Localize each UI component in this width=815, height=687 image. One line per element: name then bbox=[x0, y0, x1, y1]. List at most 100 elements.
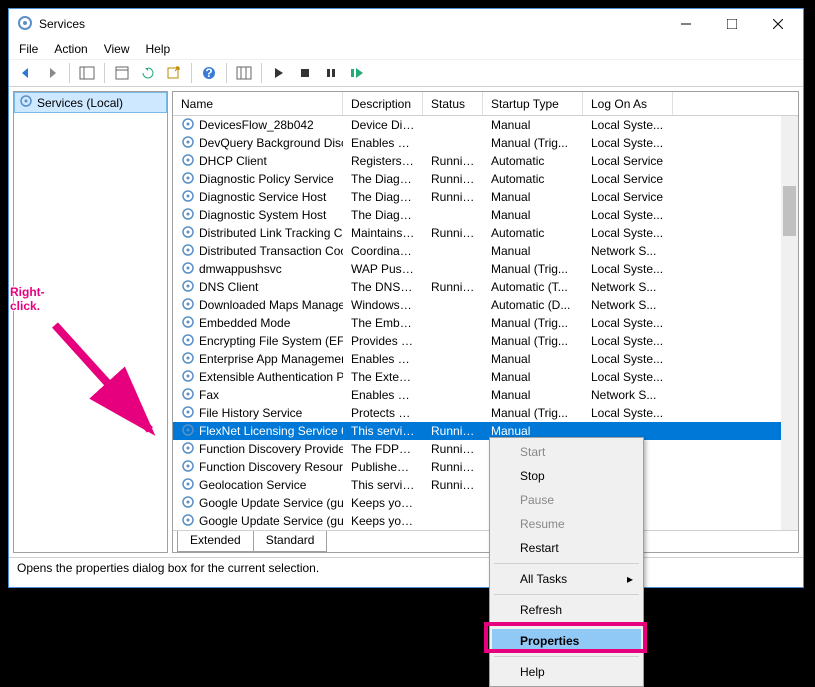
service-startup: Manual (Trig... bbox=[483, 406, 583, 420]
service-row[interactable]: FlexNet Licensing Service 64This service… bbox=[173, 422, 798, 440]
service-row[interactable]: Distributed Link Tracking Cl...Maintains… bbox=[173, 224, 798, 242]
menu-view[interactable]: View bbox=[104, 42, 130, 56]
ctx-resume[interactable]: Resume bbox=[492, 512, 641, 536]
services-tree-icon bbox=[19, 94, 33, 111]
stop-service-button[interactable] bbox=[294, 62, 316, 84]
service-row[interactable]: Encrypting File System (EFS)Provides th.… bbox=[173, 332, 798, 350]
col-startup[interactable]: Startup Type bbox=[483, 92, 583, 115]
refresh-button[interactable] bbox=[137, 62, 159, 84]
close-button[interactable] bbox=[755, 9, 801, 39]
service-row[interactable]: dmwappushsvcWAP Push ...Manual (Trig...L… bbox=[173, 260, 798, 278]
menu-file[interactable]: File bbox=[19, 42, 38, 56]
service-desc: Keeps your ... bbox=[343, 514, 423, 528]
forward-button[interactable] bbox=[41, 62, 63, 84]
service-row[interactable]: DevicesFlow_28b042Device Disc...ManualLo… bbox=[173, 116, 798, 134]
service-row[interactable]: FaxEnables you...ManualNetwork S... bbox=[173, 386, 798, 404]
service-icon bbox=[181, 477, 195, 494]
service-row[interactable]: Diagnostic Service HostThe Diagno...Runn… bbox=[173, 188, 798, 206]
service-icon bbox=[181, 369, 195, 386]
service-row[interactable]: Diagnostic System HostThe Diagno...Manua… bbox=[173, 206, 798, 224]
ctx-refresh[interactable]: Refresh bbox=[492, 598, 641, 622]
show-hide-tree-button[interactable] bbox=[76, 62, 98, 84]
col-description[interactable]: Description bbox=[343, 92, 423, 115]
ctx-restart[interactable]: Restart bbox=[492, 536, 641, 560]
ctx-stop[interactable]: Stop bbox=[492, 464, 641, 488]
ctx-separator bbox=[494, 563, 639, 564]
col-logon[interactable]: Log On As bbox=[583, 92, 673, 115]
col-name[interactable]: Name bbox=[173, 92, 343, 115]
service-startup: Automatic bbox=[483, 154, 583, 168]
help-button[interactable]: ? bbox=[198, 62, 220, 84]
service-row[interactable]: DHCP ClientRegisters an...RunningAutomat… bbox=[173, 152, 798, 170]
ctx-start[interactable]: Start bbox=[492, 440, 641, 464]
service-row[interactable]: Geolocation ServiceThis service ...Runni… bbox=[173, 476, 798, 494]
menu-help[interactable]: Help bbox=[146, 42, 171, 56]
service-name: Diagnostic Policy Service bbox=[199, 172, 334, 186]
columns-button[interactable] bbox=[233, 62, 255, 84]
menu-action[interactable]: Action bbox=[54, 42, 87, 56]
service-row[interactable]: File History ServiceProtects use...Manua… bbox=[173, 404, 798, 422]
toolbar: ? bbox=[9, 59, 803, 87]
service-row[interactable]: Diagnostic Policy ServiceThe Diagno...Ru… bbox=[173, 170, 798, 188]
maximize-button[interactable] bbox=[709, 9, 755, 39]
ctx-help[interactable]: Help bbox=[492, 660, 641, 684]
service-logon: Network S... bbox=[583, 298, 673, 312]
service-desc: This service ... bbox=[343, 478, 423, 492]
back-button[interactable] bbox=[15, 62, 37, 84]
services-list: Name Description Status Startup Type Log… bbox=[172, 91, 799, 553]
service-status: Running bbox=[423, 172, 483, 186]
service-icon bbox=[181, 441, 195, 458]
service-row[interactable]: Function Discovery Resourc...Publishes t… bbox=[173, 458, 798, 476]
service-icon bbox=[181, 135, 195, 152]
tab-standard[interactable]: Standard bbox=[253, 531, 328, 552]
service-name: DHCP Client bbox=[199, 154, 267, 168]
service-row[interactable]: DevQuery Background Disc...Enables app..… bbox=[173, 134, 798, 152]
service-row[interactable]: Google Update Service (gup...Keeps your … bbox=[173, 512, 798, 530]
service-icon bbox=[181, 387, 195, 404]
service-startup: Automatic bbox=[483, 226, 583, 240]
properties-button[interactable] bbox=[111, 62, 133, 84]
service-row[interactable]: Enterprise App Managemen...Enables ent..… bbox=[173, 350, 798, 368]
service-icon bbox=[181, 153, 195, 170]
ctx-properties[interactable]: Properties bbox=[492, 629, 641, 653]
titlebar[interactable]: Services bbox=[9, 9, 803, 39]
service-name: Fax bbox=[199, 388, 219, 402]
tab-extended[interactable]: Extended bbox=[177, 531, 254, 552]
service-name: File History Service bbox=[199, 406, 302, 420]
service-status: Running bbox=[423, 442, 483, 456]
annotation-text: Right- click. bbox=[10, 285, 45, 313]
restart-service-button[interactable] bbox=[346, 62, 368, 84]
service-desc: The DNS Cli... bbox=[343, 280, 423, 294]
start-service-button[interactable] bbox=[268, 62, 290, 84]
service-logon: Local Service bbox=[583, 172, 673, 186]
console-tree[interactable]: Services (Local) bbox=[13, 91, 168, 553]
service-desc: Windows se... bbox=[343, 298, 423, 312]
service-row[interactable]: Embedded ModeThe Embed...Manual (Trig...… bbox=[173, 314, 798, 332]
service-row[interactable]: Extensible Authentication P...The Extens… bbox=[173, 368, 798, 386]
tree-services-local[interactable]: Services (Local) bbox=[14, 92, 167, 113]
service-logon: Local Syste... bbox=[583, 352, 673, 366]
col-status[interactable]: Status bbox=[423, 92, 483, 115]
service-row[interactable]: Function Discovery Provide...The FDPHO..… bbox=[173, 440, 798, 458]
scrollbar-thumb[interactable] bbox=[783, 186, 796, 236]
service-row[interactable]: Distributed Transaction Coo...Coordinate… bbox=[173, 242, 798, 260]
service-icon bbox=[181, 333, 195, 350]
vertical-scrollbar[interactable] bbox=[781, 116, 798, 530]
service-desc: Provides th... bbox=[343, 334, 423, 348]
service-desc: The Diagno... bbox=[343, 208, 423, 222]
service-desc: The Embed... bbox=[343, 316, 423, 330]
service-logon: Local Syste... bbox=[583, 118, 673, 132]
service-row[interactable]: Downloaded Maps ManagerWindows se...Auto… bbox=[173, 296, 798, 314]
service-icon bbox=[181, 207, 195, 224]
service-row[interactable]: DNS ClientThe DNS Cli...RunningAutomatic… bbox=[173, 278, 798, 296]
service-logon: Local Syste... bbox=[583, 406, 673, 420]
ctx-pause[interactable]: Pause bbox=[492, 488, 641, 512]
minimize-button[interactable] bbox=[663, 9, 709, 39]
pause-service-button[interactable] bbox=[320, 62, 342, 84]
service-desc: This service ... bbox=[343, 424, 423, 438]
ctx-all-tasks[interactable]: All Tasks ▸ bbox=[492, 567, 641, 591]
service-row[interactable]: Google Update Service (gup...Keeps your … bbox=[173, 494, 798, 512]
service-icon bbox=[181, 423, 195, 440]
service-startup: Manual bbox=[483, 388, 583, 402]
export-button[interactable] bbox=[163, 62, 185, 84]
